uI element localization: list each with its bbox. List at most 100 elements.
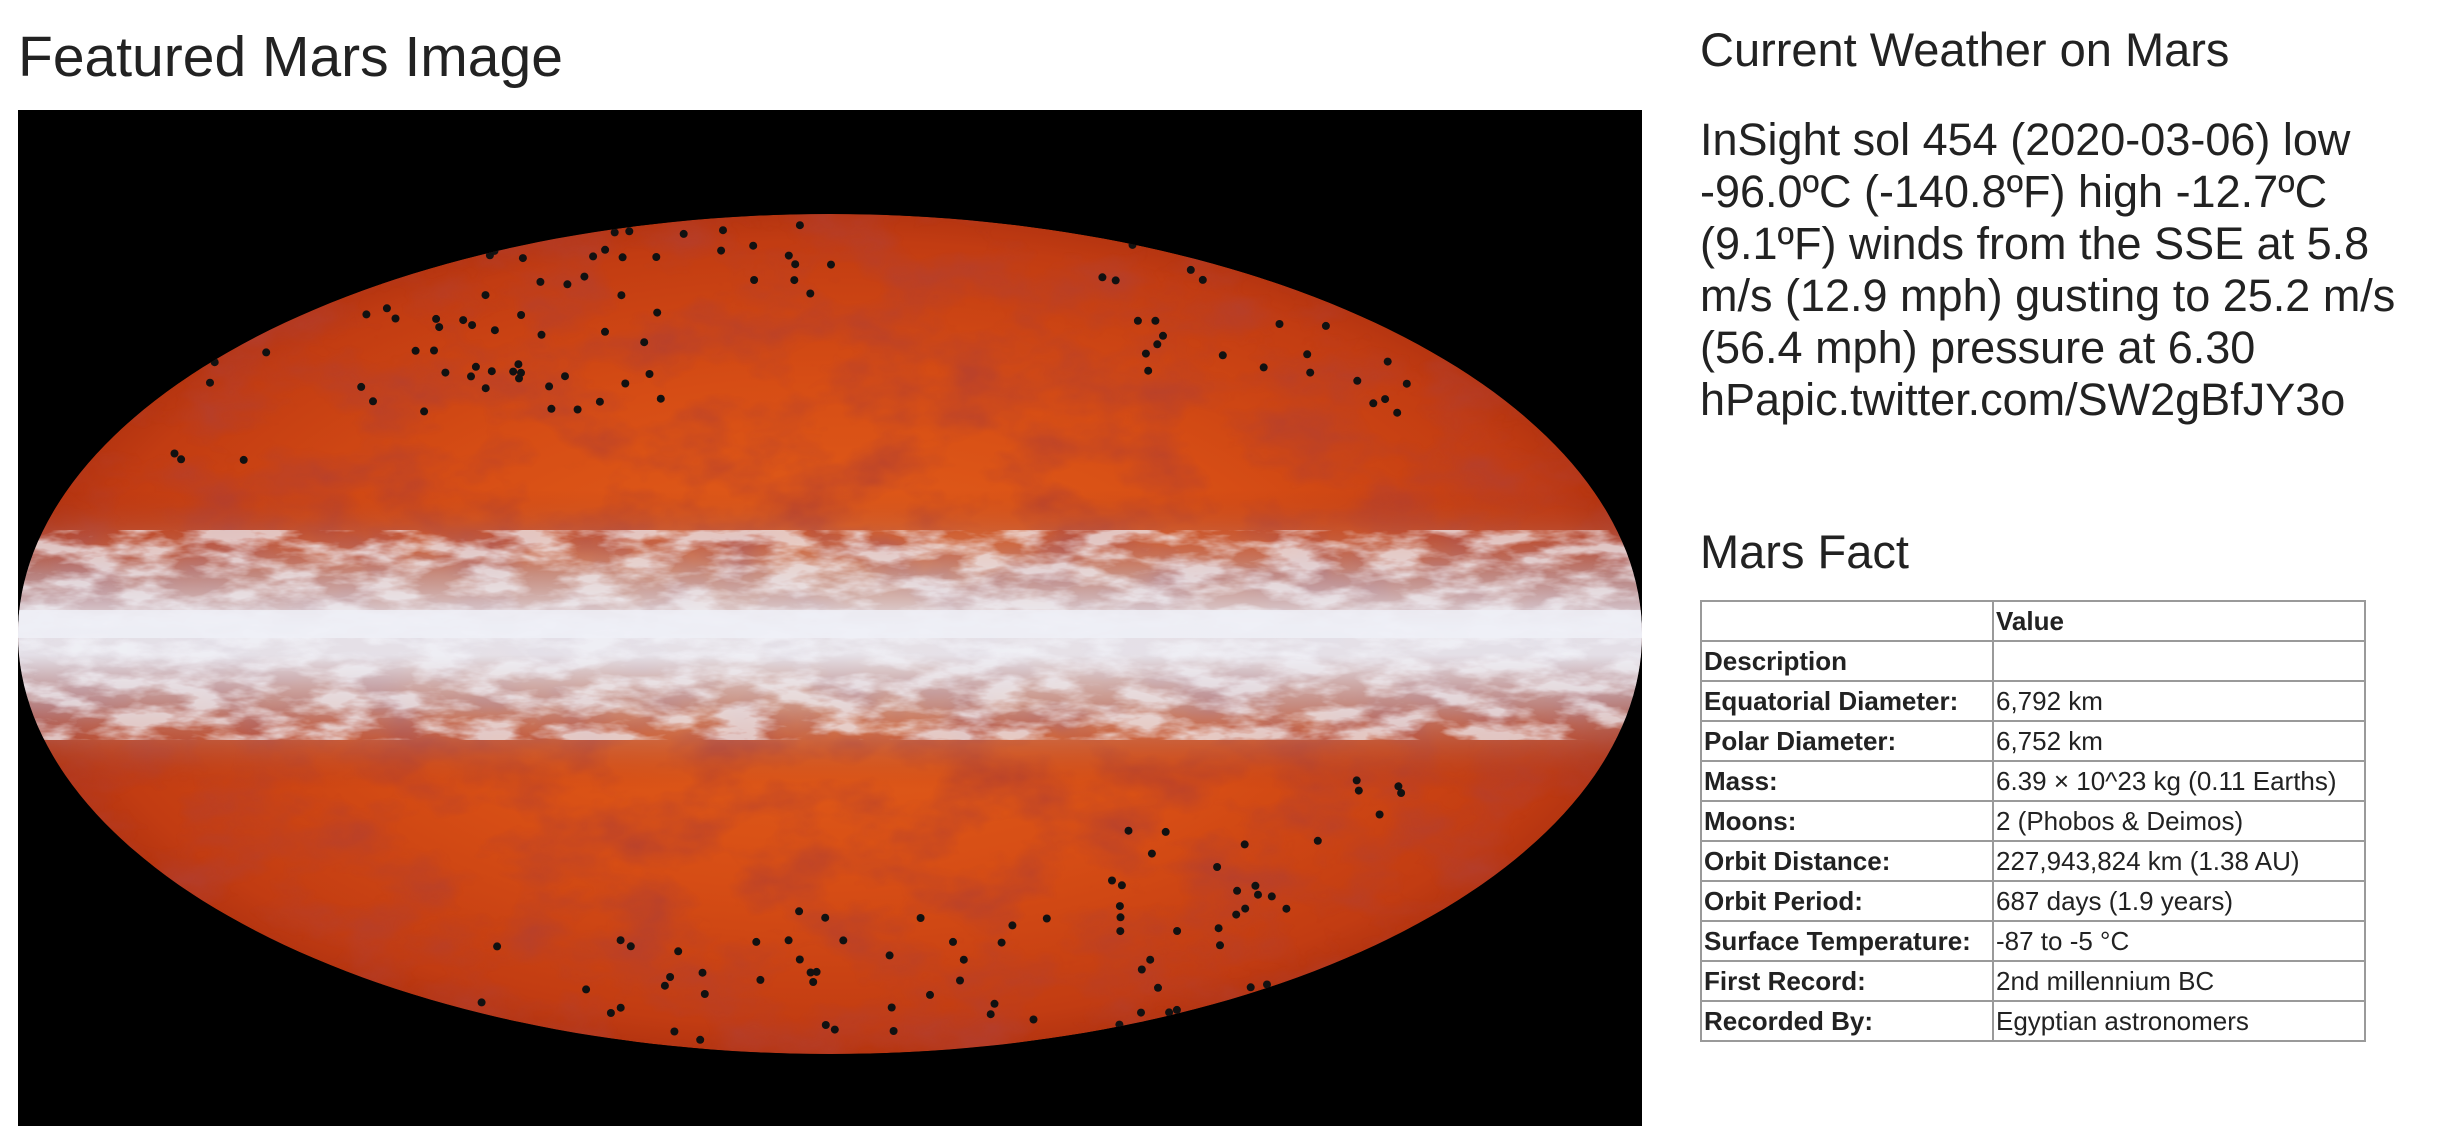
point-source-dot [1254, 890, 1262, 899]
point-source-dot [420, 407, 429, 416]
mollweide-all-sky-map-image [18, 110, 1642, 1126]
point-source-dot [660, 981, 669, 990]
fact-value: -87 to -5 °C [1992, 920, 2366, 962]
point-source-dot [1214, 924, 1223, 933]
point-source-dot [756, 975, 765, 984]
point-source-dot [606, 1009, 615, 1017]
table-row: Mass: 6.39 × 10^23 kg (0.11 Earths) [1700, 760, 2366, 802]
featured-image-title: Featured Mars Image [18, 25, 563, 89]
point-source-dot [537, 330, 546, 339]
point-source-dot [916, 914, 925, 922]
point-source-dot [262, 348, 271, 357]
point-source-dot [391, 314, 400, 323]
fact-value: 227,943,824 km (1.38 AU) [1992, 840, 2366, 882]
point-source-dot [1133, 316, 1142, 325]
point-source-dot [1117, 881, 1126, 890]
weather-heading: Current Weather on Mars [1700, 23, 2230, 76]
point-source-dot [467, 372, 475, 381]
point-source-dot [806, 968, 815, 977]
point-source-dot [670, 1027, 679, 1036]
point-source-dot [1241, 904, 1250, 913]
table-row: Orbit Period: 687 days (1.9 years) [1700, 880, 2366, 922]
point-source-dot [1218, 351, 1227, 360]
point-source-dot [696, 1035, 705, 1044]
point-source-dot [1144, 366, 1153, 375]
point-source-dot [411, 346, 420, 355]
fact-label: Moons: [1700, 800, 1994, 842]
point-source-dot [830, 1025, 839, 1034]
point-source-dot [1393, 408, 1402, 417]
fact-value: 6.39 × 10^23 kg (0.11 Earths) [1992, 760, 2366, 802]
point-source-dot [1303, 350, 1312, 359]
point-source-dot [580, 272, 589, 281]
fact-label: Equatorial Diameter: [1700, 680, 1994, 722]
fact-value: 687 days (1.9 years) [1992, 880, 2366, 922]
point-source-dot [1151, 316, 1160, 325]
point-source-dot [1402, 379, 1411, 388]
point-source-dot [809, 978, 818, 986]
point-source-dot [561, 372, 569, 381]
table-row: Orbit Distance: 227,943,824 km (1.38 AU) [1700, 840, 2366, 882]
point-source-dot [956, 976, 964, 985]
point-source-dot [1098, 273, 1107, 282]
point-source-dot [1232, 910, 1241, 919]
point-source-dot [382, 304, 391, 313]
point-source-dot [717, 246, 726, 255]
point-source-dot [1321, 321, 1330, 330]
point-source-dot [547, 404, 556, 413]
point-source-dot [1352, 776, 1361, 785]
point-source-dot [1313, 836, 1322, 845]
point-source-dot [621, 379, 630, 388]
fact-label: Surface Temperature: [1700, 920, 1994, 962]
fact-label: Recorded By: [1700, 1000, 1994, 1042]
point-source-dot [640, 338, 649, 347]
point-source-dot [1159, 331, 1167, 340]
point-source-dot [582, 985, 591, 994]
point-source-dot [821, 913, 830, 922]
point-source-dot [369, 397, 377, 406]
point-source-dot [1147, 849, 1156, 858]
point-source-dot [1275, 320, 1284, 328]
fact-value: 6,792 km [1992, 680, 2366, 722]
point-source-dot [889, 1027, 898, 1035]
point-source-dot [357, 382, 366, 391]
point-source-dot [645, 370, 654, 378]
point-source-dot [468, 321, 477, 330]
mars-fact-heading: Mars Fact [1700, 525, 1909, 578]
table-header-label [1700, 600, 1994, 642]
point-source-dot [170, 449, 179, 458]
point-source-dot [487, 367, 496, 376]
point-source-dot [666, 973, 675, 981]
point-source-dot [1198, 275, 1207, 284]
point-source-dot [601, 327, 609, 336]
point-source-dot [839, 936, 848, 945]
point-source-dot [595, 397, 604, 406]
point-source-dot [698, 968, 707, 977]
point-source-dot [806, 289, 815, 298]
point-source-dot [1353, 376, 1362, 385]
point-source-dot [1213, 863, 1222, 871]
table-row: Surface Temperature: -87 to -5 °C [1700, 920, 2366, 962]
point-source-dot [1116, 927, 1125, 936]
point-source-dot [518, 254, 527, 263]
point-source-dot [795, 907, 804, 916]
point-source-dot [1233, 886, 1242, 895]
fact-label: Orbit Period: [1700, 880, 1994, 922]
point-source-dot [432, 314, 441, 323]
point-source-dot [1029, 1015, 1038, 1024]
point-source-dot [1240, 840, 1249, 849]
fact-value: 2 (Phobos & Deimos) [1992, 800, 2366, 842]
fact-label: Mass: [1700, 760, 1994, 802]
point-source-dot [1154, 983, 1162, 992]
featured-mars-image[interactable] [18, 110, 1642, 1126]
point-source-dot [653, 308, 662, 317]
point-source-dot [679, 229, 688, 238]
point-source-dot [1354, 786, 1363, 795]
fact-label: Orbit Distance: [1700, 840, 1994, 882]
point-source-dot [481, 384, 490, 393]
point-source-dot [1282, 904, 1291, 913]
table-row: Moons: 2 (Phobos & Deimos) [1700, 800, 2366, 842]
point-source-dot [1383, 357, 1392, 366]
point-source-dot [1042, 914, 1051, 923]
point-source-dot [1108, 876, 1116, 885]
